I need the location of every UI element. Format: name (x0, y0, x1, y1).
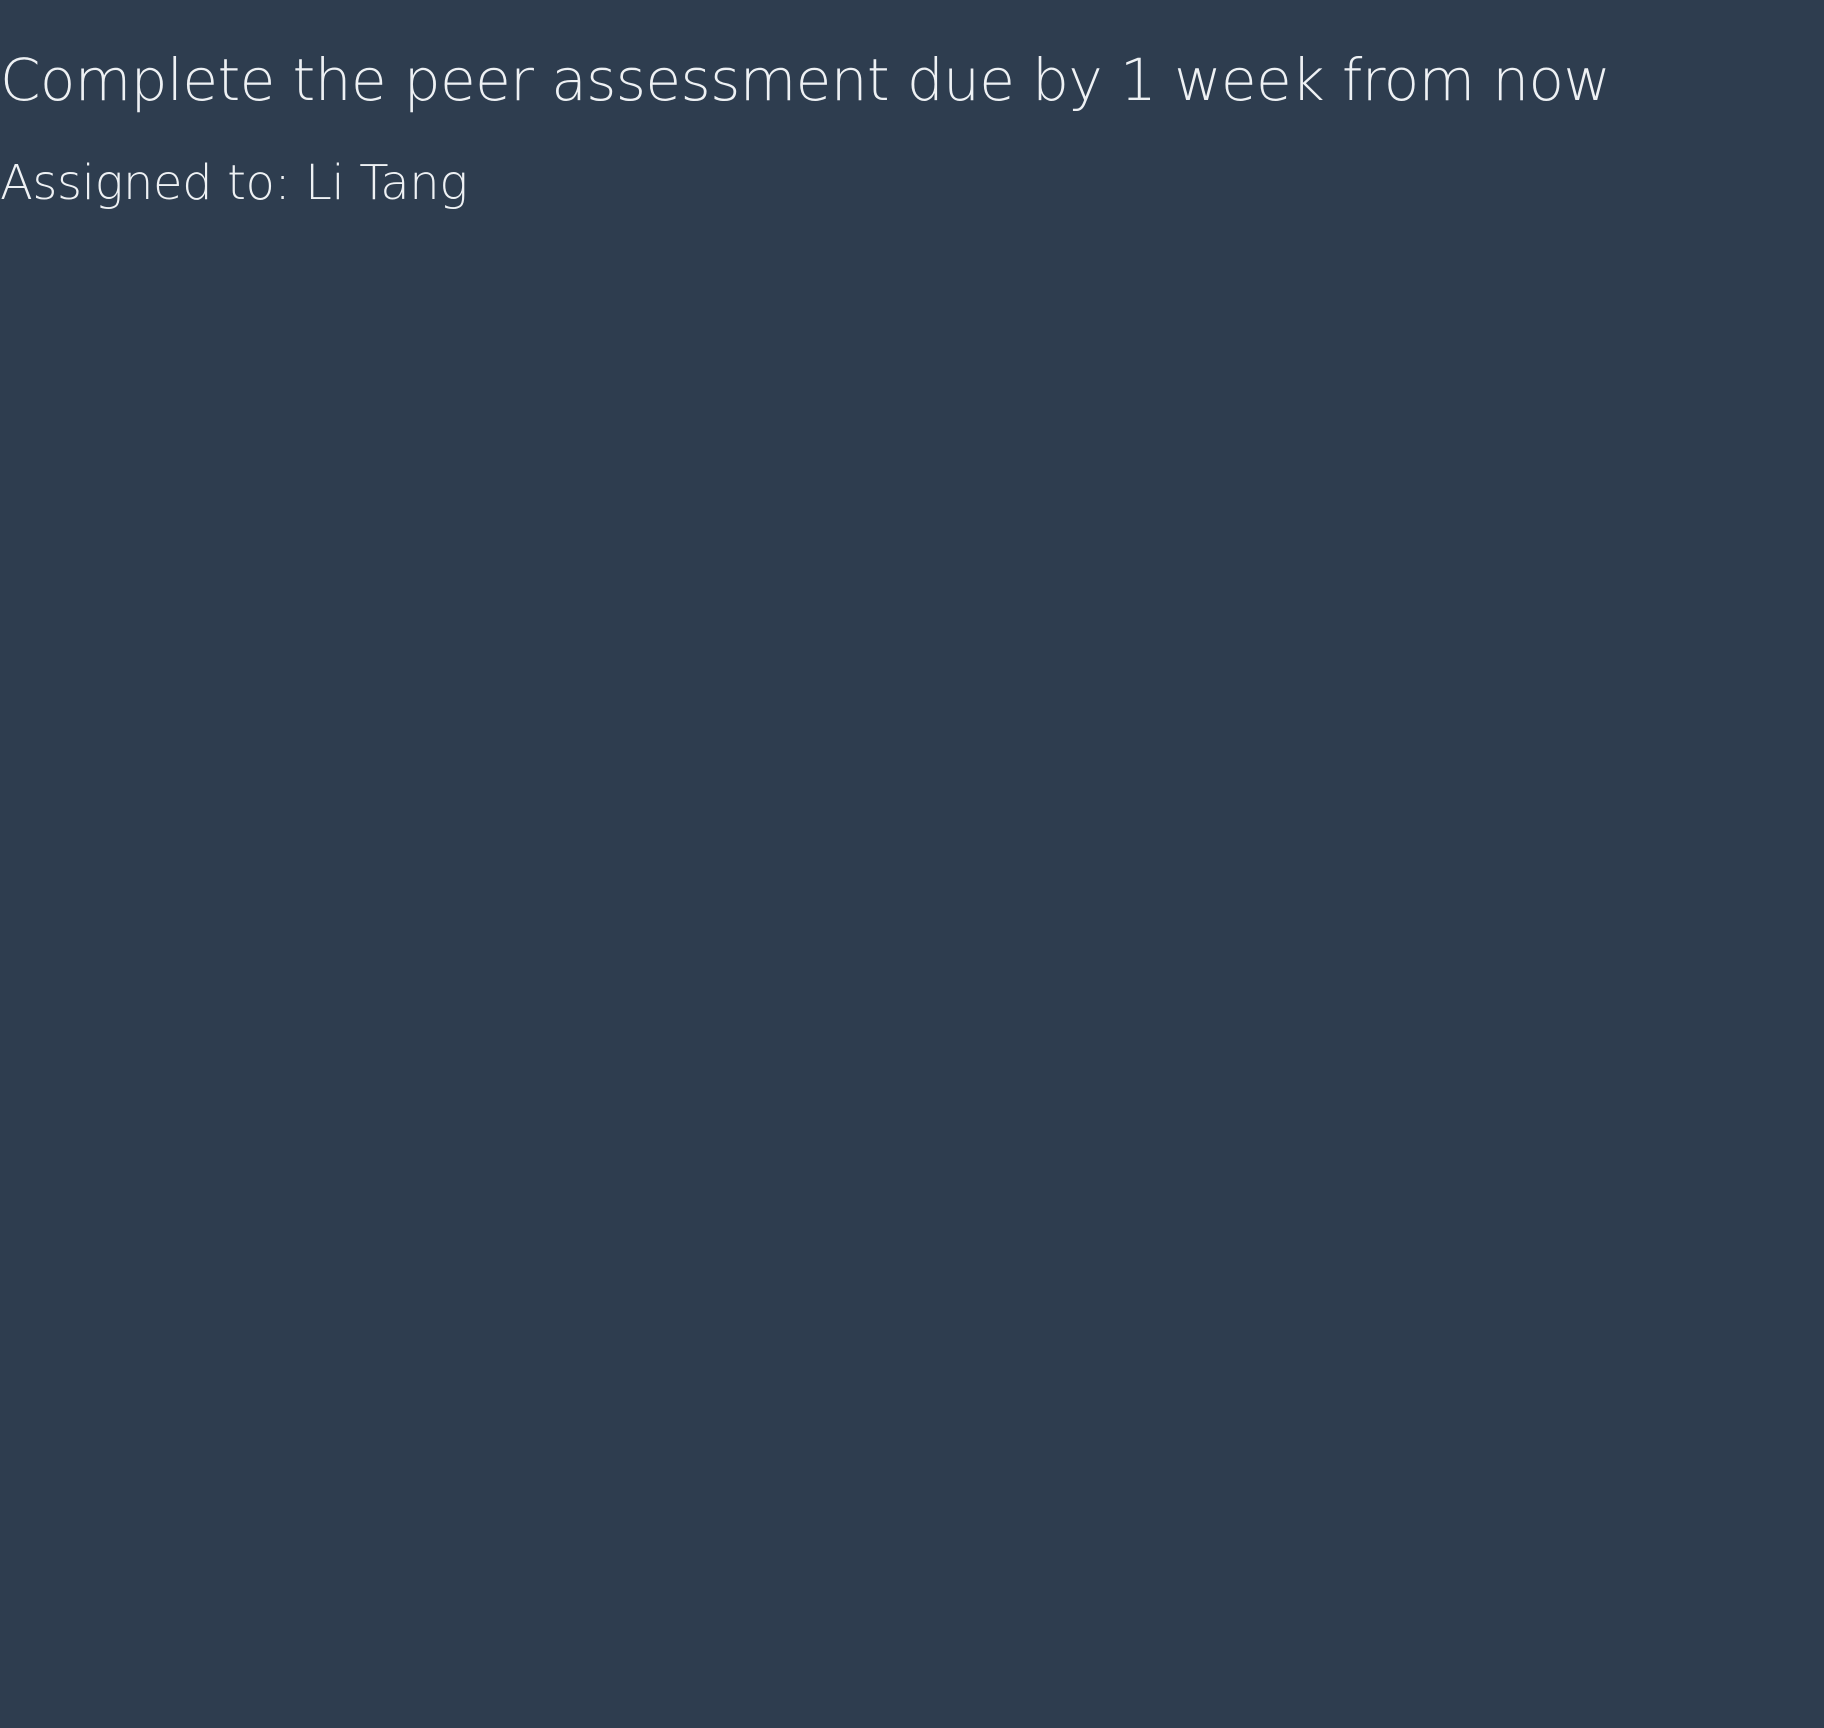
task-title: Complete the peer assessment due by 1 we… (0, 46, 1611, 114)
task-card: Complete the peer assessment due by 1 we… (0, 0, 1824, 1728)
task-assignee: Assigned to: Li Tang (0, 155, 468, 211)
